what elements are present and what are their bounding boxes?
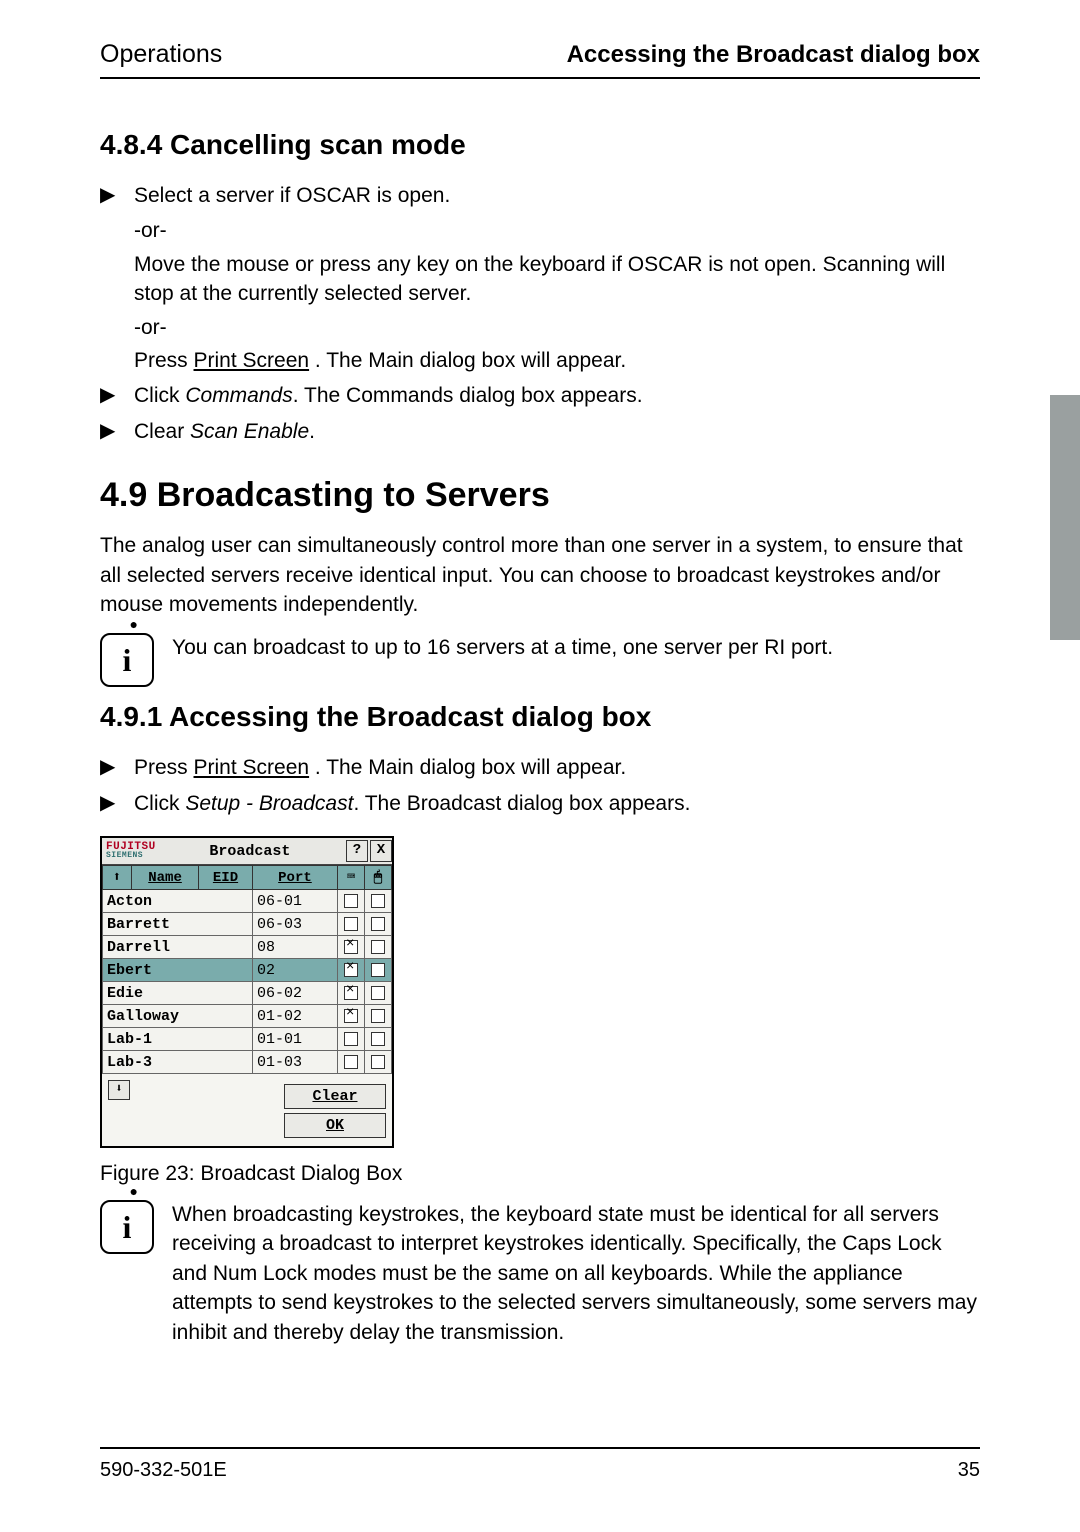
cell-name: Barrett: [103, 913, 253, 936]
heading-4-8-4: 4.8.4 Cancelling scan mode: [100, 129, 980, 161]
running-head-left: Operations: [100, 40, 222, 69]
dialog-title: Broadcast: [156, 843, 344, 860]
cell-name: Galloway: [103, 1005, 253, 1028]
step-print-screen: Press Print Screen . The Main dialog box…: [134, 346, 980, 375]
col-port[interactable]: Port: [252, 866, 337, 890]
or-divider: -or-: [134, 313, 980, 342]
para-broadcast-intro: The analog user can simultaneously contr…: [100, 531, 980, 619]
cell-port: 06-02: [252, 982, 337, 1005]
cell-name: Edie: [103, 982, 253, 1005]
cell-keyboard[interactable]: [338, 1028, 365, 1051]
help-button[interactable]: ?: [346, 840, 368, 862]
cell-name: Lab-3: [103, 1051, 253, 1074]
info-icon: ●i: [100, 1200, 154, 1254]
info-broadcast-limit: You can broadcast to up to 16 servers at…: [172, 633, 980, 662]
scroll-down-button[interactable]: ⬇: [108, 1080, 130, 1100]
key-print-screen: Print Screen: [194, 756, 310, 779]
cell-port: 01-02: [252, 1005, 337, 1028]
cell-keyboard[interactable]: [338, 1051, 365, 1074]
broadcast-dialog: FUJITSU SIEMENS Broadcast ? X ⬆ Name EID…: [100, 836, 394, 1148]
col-eid[interactable]: EID: [199, 866, 253, 890]
cell-keyboard[interactable]: [338, 959, 365, 982]
step-click-setup-broadcast: Click Setup - Broadcast. The Broadcast d…: [134, 789, 980, 818]
cell-mouse[interactable]: [365, 959, 392, 982]
or-divider: -or-: [134, 216, 980, 245]
step-clear-scan: Clear Scan Enable.: [134, 417, 980, 446]
running-head: Operations Accessing the Broadcast dialo…: [100, 40, 980, 79]
step-move-mouse: Move the mouse or press any key on the k…: [134, 250, 980, 309]
mouse-icon: 🖱: [365, 866, 392, 890]
doc-number: 590-332-501E: [100, 1459, 227, 1482]
broadcast-table: ⬆ Name EID Port ⌨ 🖱 Acton06-01Barrett06-…: [102, 865, 392, 1074]
page-footer: 590-332-501E 35: [100, 1447, 980, 1482]
bullet-marker: ▶: [100, 789, 134, 817]
cell-port: 01-01: [252, 1028, 337, 1051]
cell-keyboard[interactable]: [338, 913, 365, 936]
keyboard-icon: ⌨: [338, 866, 365, 890]
bullet-marker: ▶: [100, 753, 134, 781]
cell-port: 08: [252, 936, 337, 959]
step-click-commands: Click Commands. The Commands dialog box …: [134, 381, 980, 410]
cell-mouse[interactable]: [365, 1028, 392, 1051]
clear-button[interactable]: Clear: [284, 1084, 386, 1109]
cell-port: 06-01: [252, 890, 337, 913]
bullet-marker: ▶: [100, 381, 134, 409]
cell-name: Lab-1: [103, 1028, 253, 1051]
running-head-right: Accessing the Broadcast dialog box: [567, 41, 980, 69]
cell-keyboard[interactable]: [338, 936, 365, 959]
step-select-server: Select a server if OSCAR is open.: [134, 181, 980, 210]
info-keyboard-state: When broadcasting keystrokes, the keyboa…: [172, 1200, 980, 1347]
info-icon: ●i: [100, 633, 154, 687]
table-row[interactable]: Lab-301-03: [103, 1051, 392, 1074]
cell-name: Acton: [103, 890, 253, 913]
bullet-marker: ▶: [100, 417, 134, 445]
cell-keyboard[interactable]: [338, 890, 365, 913]
table-row[interactable]: Galloway01-02: [103, 1005, 392, 1028]
table-row[interactable]: Ebert02: [103, 959, 392, 982]
table-row[interactable]: Barrett06-03: [103, 913, 392, 936]
scroll-up-button[interactable]: ⬆: [103, 866, 132, 890]
close-button[interactable]: X: [370, 840, 392, 862]
side-tab: [1050, 395, 1080, 640]
cell-name: Ebert: [103, 959, 253, 982]
dialog-brand: FUJITSU SIEMENS: [106, 842, 156, 860]
cell-keyboard[interactable]: [338, 1005, 365, 1028]
cell-mouse[interactable]: [365, 1005, 392, 1028]
table-row[interactable]: Darrell08: [103, 936, 392, 959]
key-print-screen: Print Screen: [194, 349, 310, 372]
cell-mouse[interactable]: [365, 1051, 392, 1074]
cell-mouse[interactable]: [365, 936, 392, 959]
page-number: 35: [958, 1459, 980, 1482]
table-row[interactable]: Lab-101-01: [103, 1028, 392, 1051]
step-print-screen-2: Press Print Screen . The Main dialog box…: [134, 753, 980, 782]
heading-4-9: 4.9 Broadcasting to Servers: [100, 476, 980, 515]
bullet-marker: ▶: [100, 181, 134, 209]
cell-mouse[interactable]: [365, 890, 392, 913]
heading-4-9-1: 4.9.1 Accessing the Broadcast dialog box: [100, 701, 980, 733]
figure-caption: Figure 23: Broadcast Dialog Box: [100, 1162, 980, 1186]
col-name[interactable]: Name: [132, 866, 199, 890]
cell-port: 01-03: [252, 1051, 337, 1074]
cell-name: Darrell: [103, 936, 253, 959]
cell-port: 06-03: [252, 913, 337, 936]
cell-keyboard[interactable]: [338, 982, 365, 1005]
cell-mouse[interactable]: [365, 982, 392, 1005]
cell-port: 02: [252, 959, 337, 982]
table-row[interactable]: Edie06-02: [103, 982, 392, 1005]
table-row[interactable]: Acton06-01: [103, 890, 392, 913]
ok-button[interactable]: OK: [284, 1113, 386, 1138]
cell-mouse[interactable]: [365, 913, 392, 936]
